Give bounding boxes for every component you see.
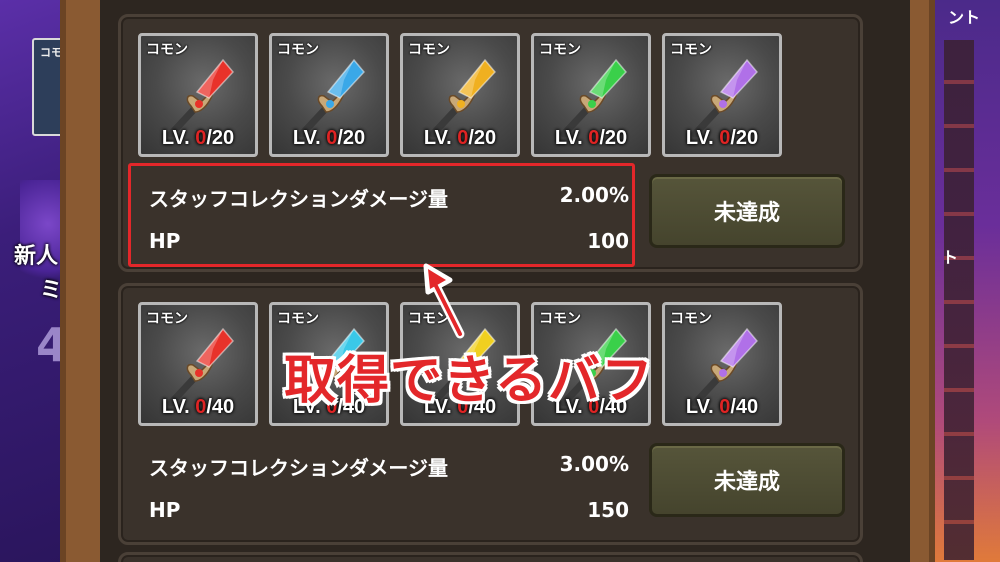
- stat-row-hp: HP 150: [149, 498, 629, 522]
- staff-card[interactable]: コモン LV. 0/20: [662, 33, 782, 157]
- level-label: LV. 0/20: [423, 127, 497, 149]
- stat-value: 150: [587, 498, 629, 522]
- buff-highlight-box: [128, 163, 635, 267]
- right-background-text-1: ント: [948, 8, 981, 27]
- right-background-text-2: ト: [942, 248, 959, 267]
- level-label: LV. 0/20: [292, 127, 366, 149]
- staff-card[interactable]: コモン LV. 0/20: [269, 33, 389, 157]
- annotation-arrow: [423, 263, 465, 339]
- stat-row-damage: スタッフコレクションダメージ量 3.00%: [149, 452, 629, 481]
- left-background-text-2: ミ: [40, 278, 63, 303]
- level-label: LV. 0/40: [161, 396, 235, 418]
- status-button[interactable]: 未達成: [649, 443, 845, 517]
- right-background-decoration: [944, 40, 974, 560]
- level-label: LV. 0/20: [685, 127, 759, 149]
- annotation-label: 取得できるバフ: [284, 351, 654, 411]
- staff-card[interactable]: コモン LV. 0/20: [531, 33, 651, 157]
- staff-card[interactable]: コモン LV. 0/40: [662, 302, 782, 426]
- staff-icon: [167, 58, 234, 138]
- staff-icon: [298, 58, 365, 138]
- staff-icon: [429, 58, 496, 138]
- level-label: LV. 0/20: [161, 127, 235, 149]
- staff-card[interactable]: コモン LV. 0/20: [400, 33, 520, 157]
- stat-label: スタッフコレクションダメージ量: [149, 456, 448, 480]
- level-label: LV. 0/40: [685, 396, 759, 418]
- staff-card[interactable]: コモン LV. 0/20: [138, 33, 258, 157]
- staff-icon: [167, 327, 234, 407]
- staff-icon: [560, 58, 627, 138]
- stat-value: 3.00%: [559, 452, 629, 476]
- left-thumbnail-tag: コモ: [40, 46, 62, 59]
- collection-panel-2: コモン LV. 0/40 コモン LV. 0/40 コモン LV. 0/40 コ…: [118, 283, 863, 545]
- staff-icon: [691, 58, 758, 138]
- staff-icon: [691, 327, 758, 407]
- stat-label: HP: [149, 498, 181, 522]
- collection-panel-3: [118, 552, 863, 562]
- left-background-text-1: 新人: [14, 244, 59, 269]
- level-label: LV. 0/20: [554, 127, 628, 149]
- status-button[interactable]: 未達成: [649, 174, 845, 248]
- staff-card[interactable]: コモン LV. 0/40: [138, 302, 258, 426]
